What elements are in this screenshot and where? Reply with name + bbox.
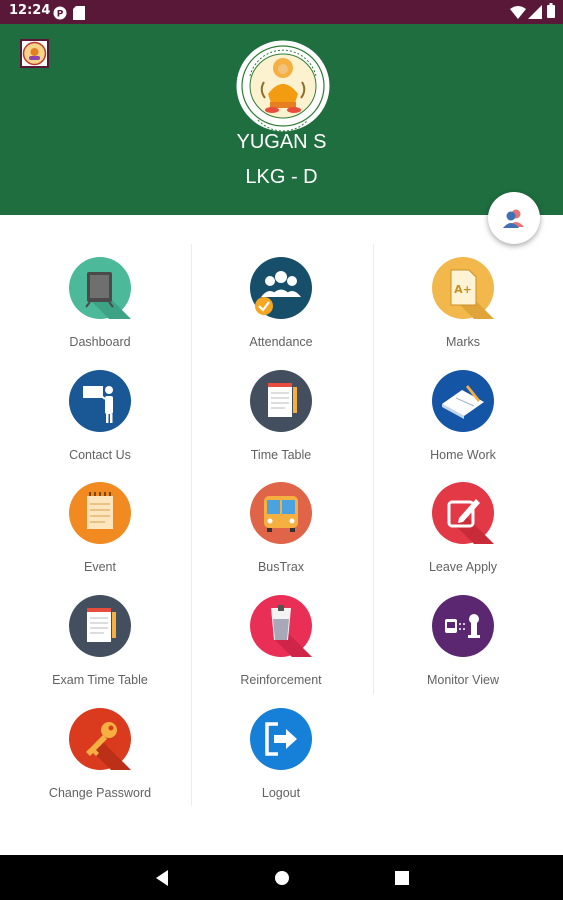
svg-text:A+: A+ bbox=[454, 283, 472, 296]
menu-label: Monitor View bbox=[426, 673, 500, 687]
status-time: 12:24 bbox=[9, 3, 51, 18]
menu-logout[interactable]: Logout bbox=[206, 708, 356, 808]
menu-attendance[interactable]: Attendance bbox=[206, 257, 356, 357]
menu-label: Dashboard bbox=[69, 335, 131, 349]
dashboard-board-icon bbox=[69, 257, 131, 319]
profile-header: YUGAN S LKG - D bbox=[0, 24, 563, 215]
wifi-icon bbox=[510, 4, 526, 23]
menu-label: Exam Time Table bbox=[52, 673, 148, 687]
event-notepad-icon bbox=[69, 482, 131, 544]
exam-notepad-icon bbox=[69, 595, 131, 657]
menu-label: BusTrax bbox=[257, 560, 305, 574]
menu-exam-time-table[interactable]: Exam Time Table bbox=[25, 595, 175, 695]
system-nav-bar bbox=[0, 855, 563, 900]
column-divider bbox=[191, 244, 192, 806]
menu-change-password[interactable]: Change Password bbox=[25, 708, 175, 808]
menu-label: Time Table bbox=[250, 448, 312, 462]
menu-label: Event bbox=[84, 560, 116, 574]
bus-icon bbox=[250, 482, 312, 544]
menu-label: Change Password bbox=[48, 786, 152, 800]
marks-grade-icon: A+ bbox=[432, 257, 494, 319]
column-divider bbox=[373, 244, 374, 694]
menu-event[interactable]: Event bbox=[25, 482, 175, 582]
menu-label: Attendance bbox=[249, 335, 313, 349]
menu-contact-us[interactable]: Contact Us bbox=[25, 370, 175, 470]
sd-card-icon bbox=[73, 5, 85, 24]
school-crest-icon bbox=[234, 38, 332, 134]
menu-dashboard[interactable]: Dashboard bbox=[25, 257, 175, 357]
back-icon[interactable] bbox=[151, 867, 173, 889]
menu-label: Home Work bbox=[430, 448, 496, 462]
battery-icon bbox=[547, 3, 555, 22]
key-icon bbox=[69, 708, 131, 770]
menu-home-work[interactable]: Home Work bbox=[388, 370, 538, 470]
student-name: YUGAN S bbox=[236, 131, 327, 153]
menu-leave-apply[interactable]: Leave Apply bbox=[388, 482, 538, 582]
contact-presenter-icon bbox=[69, 370, 131, 432]
menu-monitor-view[interactable]: Monitor View bbox=[388, 595, 538, 695]
menu-label: Marks bbox=[445, 335, 481, 349]
timetable-notepad-icon bbox=[250, 370, 312, 432]
status-bar: 12:24 P bbox=[0, 0, 563, 24]
reinforcement-glass-icon bbox=[250, 595, 312, 657]
homework-book-icon bbox=[432, 370, 494, 432]
student-class: LKG - D bbox=[245, 166, 318, 188]
menu-time-table[interactable]: Time Table bbox=[206, 370, 356, 470]
menu-marks[interactable]: A+ Marks bbox=[388, 257, 538, 357]
monitor-cctv-icon bbox=[432, 595, 494, 657]
menu-label: Logout bbox=[261, 786, 301, 800]
leave-edit-icon bbox=[432, 482, 494, 544]
svg-text:P: P bbox=[57, 10, 64, 20]
attendance-group-icon bbox=[250, 257, 312, 319]
home-icon[interactable] bbox=[271, 867, 293, 889]
switch-profile-icon bbox=[503, 209, 524, 228]
notification-badge-icon: P bbox=[53, 5, 67, 24]
logout-icon bbox=[250, 708, 312, 770]
signal-icon bbox=[528, 4, 542, 23]
menu-bustrax[interactable]: BusTrax bbox=[206, 482, 356, 582]
menu-label: Contact Us bbox=[69, 448, 131, 462]
menu-label: Leave Apply bbox=[428, 560, 498, 574]
menu-label: Reinforcement bbox=[240, 673, 322, 687]
recents-icon[interactable] bbox=[391, 867, 413, 889]
menu-reinforcement[interactable]: Reinforcement bbox=[206, 595, 356, 695]
switch-profile-button[interactable] bbox=[488, 192, 540, 244]
app-logo-icon[interactable] bbox=[20, 39, 49, 68]
